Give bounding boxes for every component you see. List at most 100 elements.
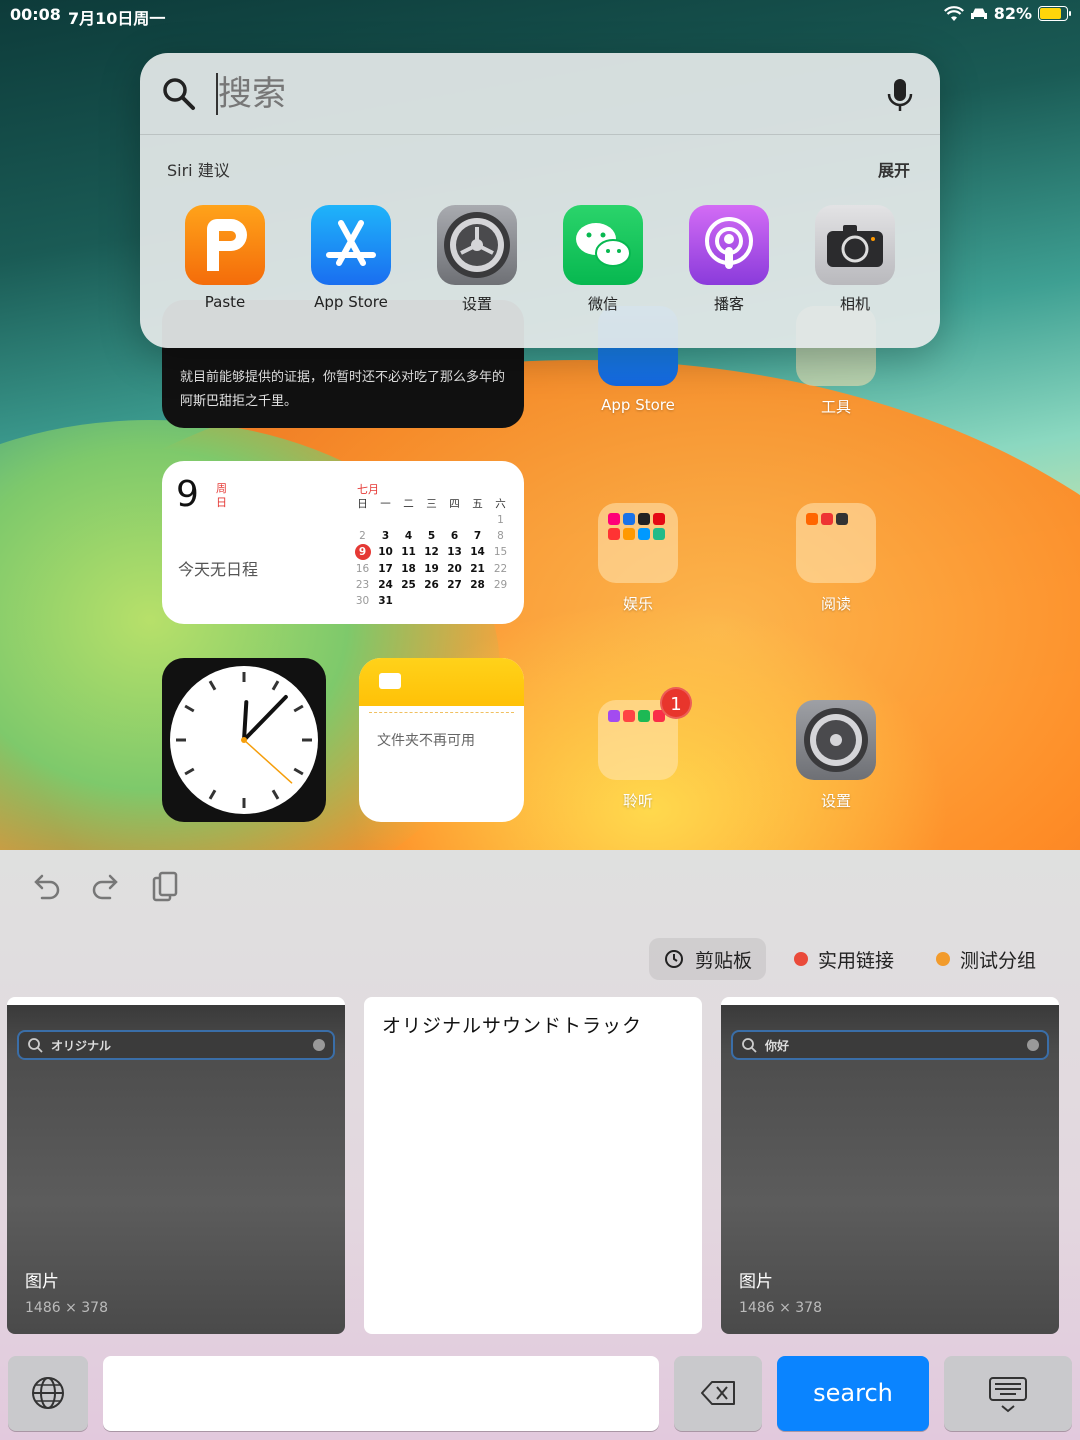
folder-icon: [379, 673, 401, 689]
siri-suggestions: Paste App Store 设置 微信 播客 相机: [185, 205, 895, 314]
home-folder-reading[interactable]: 阅读: [796, 503, 876, 614]
calendar-date: 19: [424, 563, 439, 575]
red-dot-icon: [793, 952, 808, 966]
suggestion-wechat[interactable]: 微信: [563, 205, 643, 314]
calendar-date: 1: [497, 514, 504, 526]
calendar-date: 9: [354, 544, 371, 560]
undo-icon[interactable]: [28, 870, 64, 906]
globe-key[interactable]: [8, 1356, 88, 1431]
calendar-no-events: 今天无日程: [178, 560, 259, 579]
clip-size: 1486 × 378: [25, 1300, 108, 1316]
clock-face: [170, 666, 318, 814]
status-date: 7月10日周一: [68, 9, 166, 28]
calendar-date: 3: [381, 530, 390, 542]
calendar-date: 31: [378, 595, 393, 607]
calendar-grid: 日一二三四五六 1 2 3 4 5 6 7 8 9 10 11 12 13 14 15 16 17 18 19 20 21…: [351, 497, 515, 608]
calendar-date: 8: [497, 530, 504, 542]
calendar-header: 六: [495, 498, 506, 510]
calendar-date: [466, 513, 489, 527]
search-icon: [742, 1038, 757, 1053]
space-key[interactable]: [103, 1356, 659, 1431]
calendar-date: 15: [493, 546, 508, 558]
calendar-date: 14: [470, 546, 485, 558]
clipboard-tags: 剪贴板 实用链接 测试分组: [648, 938, 1050, 980]
battery-icon: [1038, 6, 1071, 21]
calendar-date: 30: [355, 595, 370, 607]
calendar-month: 七月: [357, 483, 379, 496]
calendar-date: 2: [359, 530, 366, 542]
app-store-icon: [311, 205, 391, 285]
calendar-date: 20: [447, 563, 462, 575]
camera-icon: [815, 205, 895, 285]
suggestion-camera[interactable]: 相机: [815, 205, 895, 314]
expand-button[interactable]: 展开: [878, 157, 910, 181]
calendar-date: [443, 513, 466, 527]
globe-icon: [32, 1377, 64, 1409]
notes-widget[interactable]: 文件夹不再可用: [359, 658, 524, 822]
calendar-date: 23: [355, 579, 370, 591]
calendar-date: 7: [473, 530, 482, 542]
clock-center: [241, 737, 247, 743]
siri-suggestions-title: Siri 建议: [167, 161, 230, 180]
calendar-date: 18: [401, 563, 416, 575]
clip-caption: 图片: [25, 1272, 59, 1292]
suggestion-settings[interactable]: 设置: [437, 205, 517, 314]
settings-icon: [437, 205, 517, 285]
calendar-header: 三: [426, 498, 437, 510]
calendar-date: 26: [424, 579, 439, 591]
notification-badge: 1: [660, 687, 692, 719]
calendar-date: 28: [470, 579, 485, 591]
redo-icon[interactable]: [88, 870, 124, 906]
suggestion-app-store[interactable]: App Store: [311, 205, 391, 314]
calendar-date: 16: [355, 563, 370, 575]
search-input[interactable]: [218, 71, 818, 117]
calendar-weekday: 周日: [216, 482, 227, 509]
tag-clipboard[interactable]: 剪贴板: [648, 938, 766, 980]
search-icon: [163, 78, 195, 110]
delete-icon: [701, 1381, 735, 1405]
keyboard-dismiss-icon: [989, 1377, 1027, 1413]
clip-size: 1486 × 378: [739, 1300, 822, 1316]
history-icon: [664, 950, 683, 968]
clock-widget[interactable]: [162, 658, 326, 822]
delete-key[interactable]: [674, 1356, 762, 1431]
folder-reading-icon: [796, 503, 876, 583]
home-folder-listen[interactable]: 聆听: [598, 700, 678, 811]
search-key[interactable]: search: [777, 1356, 929, 1431]
calendar-date: 13: [447, 546, 462, 558]
search-bar: [140, 53, 940, 135]
microphone-icon[interactable]: [886, 77, 914, 113]
calendar-date: 4: [404, 530, 413, 542]
clipboard-icon[interactable]: [148, 870, 184, 906]
tag-useful-links[interactable]: 实用链接: [780, 938, 908, 980]
home-settings[interactable]: 设置: [796, 700, 876, 811]
clip-text[interactable]: オリジナルサウンドトラック: [364, 997, 702, 1334]
calendar-day: 9: [176, 474, 199, 515]
suggestion-paste[interactable]: Paste: [185, 205, 265, 314]
calendar-date: 11: [401, 546, 416, 558]
tag-test-group[interactable]: 测试分组: [922, 938, 1050, 980]
orange-dot-icon: [935, 952, 950, 966]
clip-image-1[interactable]: オリジナル 图片 1486 × 378: [7, 997, 345, 1334]
calendar-date: 29: [493, 579, 508, 591]
suggestion-podcasts[interactable]: 播客: [689, 205, 769, 314]
wechat-message: 就目前能够提供的证据，你暂时还不必对吃了那么多年的阿斯巴甜拒之千里。: [180, 370, 506, 409]
calendar-header: 二: [403, 498, 414, 510]
clock-hour-hand: [242, 700, 249, 742]
calendar-date: [374, 513, 397, 527]
calendar-date: 12: [424, 546, 439, 558]
calendar-date: [351, 513, 374, 527]
search-icon: [28, 1038, 43, 1053]
clip-text-content: オリジナルサウンドトラック: [382, 1015, 643, 1037]
calendar-date: 6: [450, 530, 459, 542]
calendar-header: 五: [472, 498, 483, 510]
calendar-date: 27: [447, 579, 462, 591]
wechat-icon: [563, 205, 643, 285]
calendar-date: 22: [493, 563, 508, 575]
calendar-header: 四: [449, 498, 460, 510]
calendar-date: 10: [378, 546, 393, 558]
home-folder-entertainment[interactable]: 娱乐: [598, 503, 678, 614]
dismiss-keyboard-key[interactable]: [944, 1356, 1072, 1431]
clip-image-2[interactable]: 你好 图片 1486 × 378: [721, 997, 1059, 1334]
spotlight-panel: Siri 建议 展开 Paste App Store 设置 微信: [140, 53, 940, 348]
